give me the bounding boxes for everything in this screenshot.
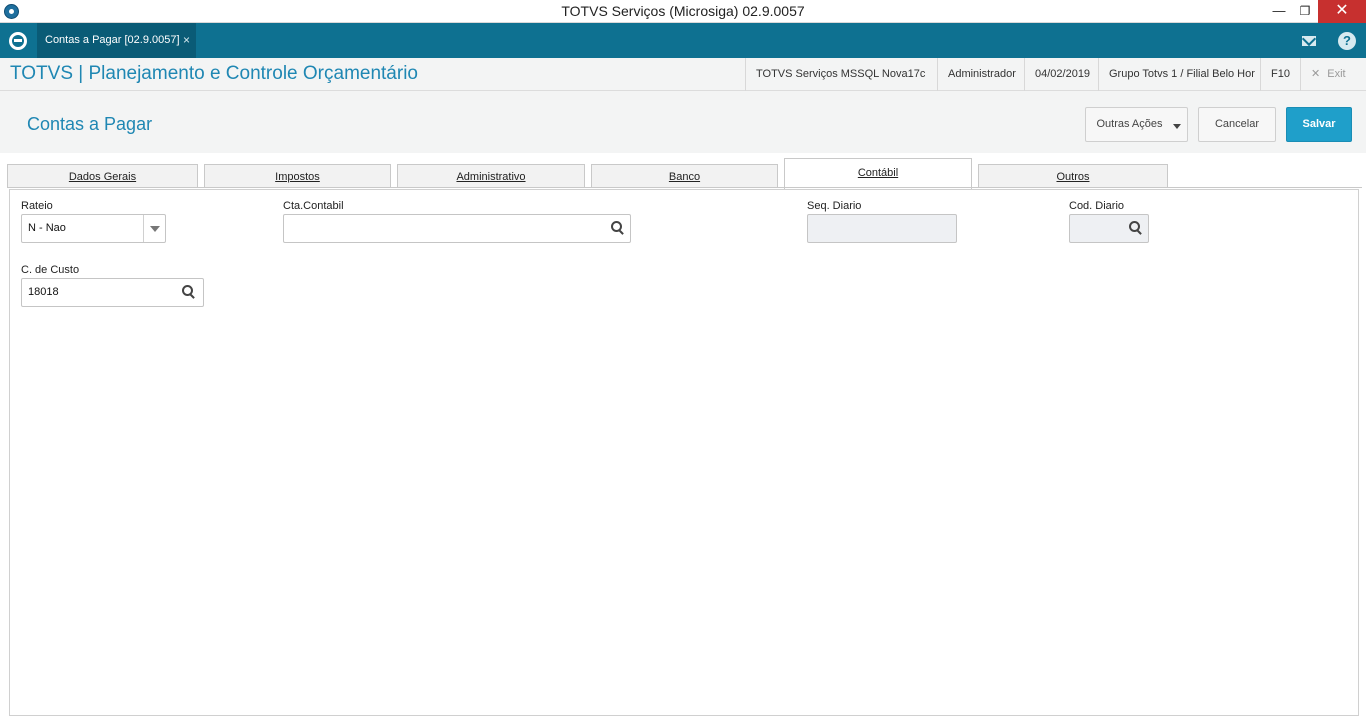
more-actions-label: Outras Ações bbox=[1096, 118, 1163, 130]
branch-info[interactable]: Grupo Totvs 1 / Filial Belo Hor bbox=[1098, 58, 1265, 91]
tab-strip: Dados Gerais Impostos Administrativo Ban… bbox=[0, 153, 1366, 189]
centro-custo-input[interactable]: 18018 bbox=[21, 278, 204, 307]
help-icon[interactable]: ? bbox=[1338, 32, 1356, 50]
tab-banco[interactable]: Banco bbox=[591, 164, 778, 188]
exit-icon: ✕ bbox=[1311, 68, 1321, 80]
tab-divider bbox=[7, 187, 1362, 188]
tab-dados-gerais[interactable]: Dados Gerais bbox=[7, 164, 198, 188]
tab-contabil[interactable]: Contábil bbox=[784, 158, 972, 189]
tab-administrativo[interactable]: Administrativo bbox=[397, 164, 585, 188]
dropdown-arrow-icon[interactable] bbox=[143, 215, 165, 242]
page-header: Contas a Pagar Outras Ações Cancelar Sal… bbox=[0, 91, 1366, 153]
window-titlebar: TOTVS Serviços (Microsiga) 02.9.0057 — ❐… bbox=[0, 0, 1366, 23]
environment-info[interactable]: TOTVS Serviços MSSQL Nova17c bbox=[745, 58, 935, 91]
app-tab-bar: Contas a Pagar [02.9.0057] × ? bbox=[0, 23, 1366, 58]
rateio-label: Rateio bbox=[21, 200, 53, 212]
module-title: TOTVS | Planejamento e Controle Orçament… bbox=[10, 63, 418, 84]
maximize-button[interactable]: ❐ bbox=[1290, 0, 1320, 23]
save-button[interactable]: Salvar bbox=[1286, 107, 1352, 142]
window-bottom-edge bbox=[0, 720, 1366, 728]
tab-outros[interactable]: Outros bbox=[978, 164, 1168, 188]
shortcut-info[interactable]: F10 bbox=[1260, 58, 1300, 91]
rateio-select[interactable]: N - Nao bbox=[21, 214, 166, 243]
exit-label: Exit bbox=[1327, 68, 1346, 80]
doc-tab-contas-a-pagar[interactable]: Contas a Pagar [02.9.0057] × bbox=[37, 23, 196, 58]
chevron-down-icon bbox=[1173, 124, 1181, 129]
cta-contabil-input[interactable] bbox=[283, 214, 631, 243]
cancel-button[interactable]: Cancelar bbox=[1198, 107, 1276, 142]
cod-diario-input[interactable] bbox=[1069, 214, 1149, 243]
module-bar: TOTVS | Planejamento e Controle Orçament… bbox=[0, 58, 1366, 91]
form-panel: Rateio N - Nao Cta.Contabil Seq. Diario … bbox=[9, 189, 1359, 716]
cod-diario-label: Cod. Diario bbox=[1069, 200, 1125, 212]
page-title: Contas a Pagar bbox=[27, 114, 153, 134]
window-title: TOTVS Serviços (Microsiga) 02.9.0057 bbox=[561, 3, 805, 19]
tab-impostos[interactable]: Impostos bbox=[204, 164, 391, 188]
date-info[interactable]: 04/02/2019 bbox=[1024, 58, 1100, 91]
mail-icon[interactable] bbox=[1300, 32, 1318, 50]
doc-tab-close-icon[interactable]: × bbox=[183, 23, 190, 58]
centro-custo-label: C. de Custo bbox=[21, 264, 80, 276]
search-icon[interactable] bbox=[1129, 221, 1143, 235]
close-window-button[interactable]: ✕ bbox=[1318, 0, 1366, 23]
user-info[interactable]: Administrador bbox=[937, 58, 1026, 91]
seq-diario-label: Seq. Diario bbox=[807, 200, 862, 212]
centro-custo-value: 18018 bbox=[28, 286, 59, 298]
seq-diario-input bbox=[807, 214, 957, 243]
search-icon[interactable] bbox=[611, 221, 625, 235]
cta-contabil-label: Cta.Contabil bbox=[283, 200, 344, 212]
more-actions-button[interactable]: Outras Ações bbox=[1085, 107, 1188, 142]
app-logo-icon[interactable] bbox=[9, 32, 27, 50]
search-icon[interactable] bbox=[182, 285, 196, 299]
exit-button[interactable]: ✕ Exit bbox=[1300, 58, 1356, 91]
doc-tab-label: Contas a Pagar [02.9.0057] bbox=[45, 34, 180, 46]
rateio-value: N - Nao bbox=[28, 222, 66, 234]
